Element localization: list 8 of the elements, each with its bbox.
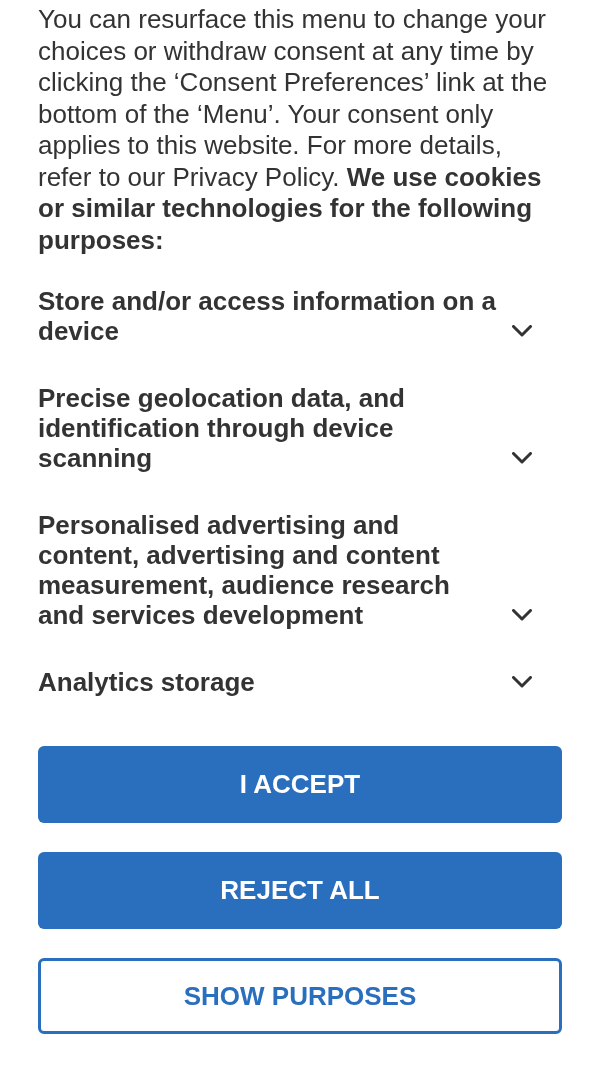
purpose-toggle[interactable]: Analytics storage bbox=[38, 667, 562, 697]
consent-text: You can resurface this menu to change your choices or withdraw consent at any time by clicking the ‘Consent Preferences’ link at the bottom of the ‘Menu’. Your consent only applies to this website. For more details, refer to our Privacy Policy. We use cookies or similar technologies for the following purposes: bbox=[38, 4, 549, 256]
consent-button[interactable]: SHOW PURPOSES bbox=[38, 958, 562, 1034]
consent-button[interactable]: I ACCEPT bbox=[38, 746, 562, 823]
consent-button[interactable]: REJECT ALL bbox=[38, 852, 562, 929]
purpose-toggle[interactable]: Precise geolocation data, and identification through device scanning bbox=[38, 383, 562, 473]
purpose-toggle[interactable]: Personalised advertising and content, advertising and content measurement, audience research and services development bbox=[38, 510, 562, 630]
purpose-toggle[interactable]: Store and/or access information on a device bbox=[38, 286, 562, 346]
